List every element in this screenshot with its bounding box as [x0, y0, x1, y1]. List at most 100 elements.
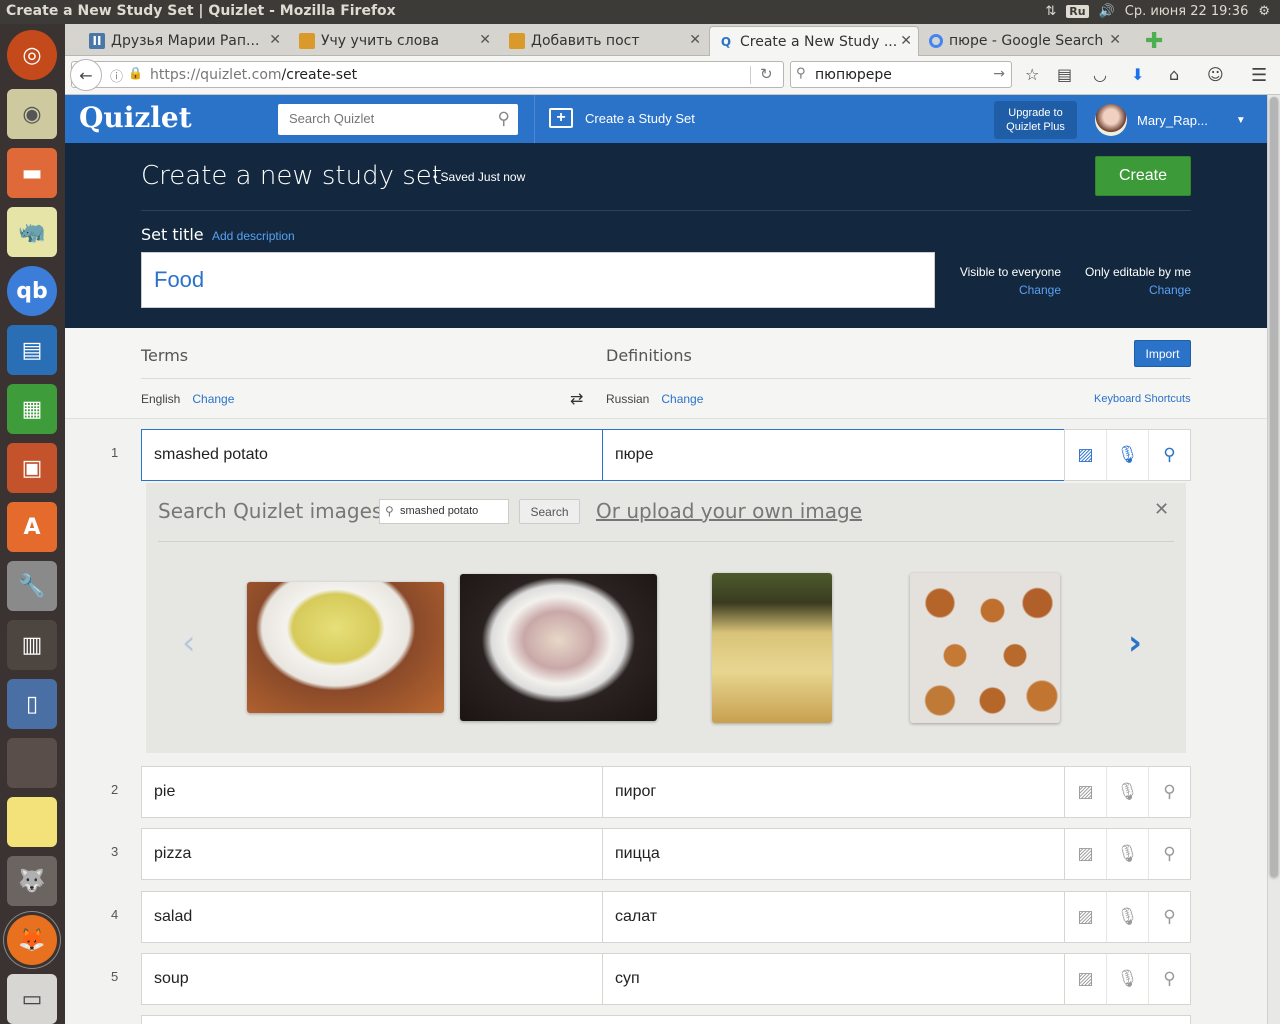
url-bar[interactable]: ← ⓘ 🔒 https://quizlet.com/create-set ↻ [70, 59, 784, 91]
upgrade-button[interactable]: Upgrade to Quizlet Plus [994, 101, 1077, 139]
keyboard-shortcuts-link[interactable]: Keyboard Shortcuts [1094, 393, 1191, 405]
pocket-icon[interactable]: ◡ [1093, 65, 1107, 84]
image-result[interactable] [460, 574, 657, 721]
search-icon[interactable]: ⚲ [1149, 829, 1190, 879]
files-icon[interactable]: ▬ [7, 148, 57, 198]
image-icon[interactable]: ▨ [1065, 892, 1107, 942]
image-icon[interactable]: ▨ [1065, 954, 1107, 1004]
term-input[interactable]: pizza [141, 828, 603, 880]
back-arrow-icon[interactable]: ← [70, 59, 102, 91]
definition-input[interactable]: суп [602, 953, 1065, 1005]
definition-input[interactable]: пицца [602, 828, 1065, 880]
search-icon[interactable]: ⚲ [1149, 767, 1190, 817]
search-icon[interactable]: ⚲ [498, 109, 510, 129]
create-study-set-link[interactable]: + Create a Study Set [549, 108, 695, 128]
definition-input[interactable]: пирог [602, 766, 1065, 818]
set-title-input[interactable]: Food [141, 252, 935, 308]
qbittorrent-icon[interactable]: qb [7, 266, 57, 316]
definition-input[interactable]: пюре [602, 429, 1065, 481]
quizlet-search[interactable]: ⚲ [278, 104, 518, 135]
definition-language-change-link[interactable]: Change [661, 392, 703, 406]
microphone-icon[interactable]: 🎙 [1107, 767, 1149, 817]
editable-change-link[interactable]: Change [1075, 281, 1191, 299]
search-icon[interactable]: ⚲ [1149, 430, 1190, 480]
writer-icon[interactable]: ▤ [7, 325, 57, 375]
rhino-app-icon[interactable]: 🦏 [7, 207, 57, 257]
workspace-icon[interactable] [7, 738, 57, 788]
image-search-input[interactable]: ⚲ smashed potato [379, 499, 509, 524]
scrollbar-thumb[interactable] [1270, 97, 1278, 877]
close-tab-icon[interactable]: ✕ [1109, 32, 1121, 48]
image-result[interactable] [712, 573, 832, 723]
chevron-right-icon[interactable]: › [1128, 623, 1142, 663]
term-language-change-link[interactable]: Change [192, 392, 234, 406]
browser-tab[interactable]: Добавить пост ✕ [501, 26, 707, 56]
bookmark-star-icon[interactable]: ☆ [1025, 65, 1039, 84]
software-center-icon[interactable]: A [7, 502, 57, 552]
user-menu[interactable]: Mary_Rap... ▼ [1095, 104, 1246, 136]
term-input[interactable]: salad [141, 891, 603, 943]
add-description-link[interactable]: Add description [212, 229, 295, 243]
home-icon[interactable]: ⌂ [1169, 65, 1179, 84]
term-input[interactable]: smashed potato [141, 429, 603, 481]
swap-languages-icon[interactable]: ⇄ [570, 389, 583, 408]
microphone-icon[interactable]: 🎙 [1107, 829, 1149, 879]
image-icon[interactable]: ▨ [1065, 767, 1107, 817]
sticky-notes-icon[interactable] [7, 797, 57, 847]
reload-icon[interactable]: ↻ [760, 65, 773, 83]
new-tab-icon[interactable]: ✚ [1137, 26, 1167, 56]
keyboard-layout-indicator[interactable]: Ru [1066, 5, 1089, 18]
term-input[interactable]: pie [141, 766, 603, 818]
network-icon[interactable]: ⇅ [1045, 4, 1056, 19]
browser-tab[interactable]: пюре - Google Search ✕ [921, 26, 1127, 56]
browser-tab-active[interactable]: Q Create a New Study ... ✕ [709, 26, 919, 56]
clock[interactable]: Ср. июня 22 19:36 [1125, 4, 1249, 19]
definition-input[interactable]: салат [602, 891, 1065, 943]
volume-icon[interactable]: 🔊 [1099, 4, 1115, 19]
reading-list-icon[interactable]: ▤ [1057, 65, 1072, 84]
import-button[interactable]: Import [1134, 340, 1191, 367]
page-scrollbar[interactable] [1267, 95, 1280, 1024]
menu-hamburger-icon[interactable]: ☰ [1251, 65, 1267, 86]
visibility-change-link[interactable]: Change [945, 281, 1061, 299]
image-icon[interactable]: ▨ [1065, 430, 1107, 480]
quizlet-logo[interactable]: Quizlet [79, 101, 192, 134]
quizlet-search-input[interactable] [278, 104, 478, 133]
image-search-button[interactable]: Search [519, 499, 580, 524]
downloads-icon[interactable]: ⬇ [1131, 65, 1144, 84]
settings-gear-icon[interactable]: ⚙ [1258, 4, 1270, 19]
info-icon[interactable]: ⓘ [110, 66, 123, 85]
term-input[interactable]: soup [141, 953, 603, 1005]
upload-image-link[interactable]: Or upload your own image [596, 499, 862, 523]
browser-tab[interactable]: II Друзья Марии Рап... ✕ [81, 26, 287, 56]
browser-search-box[interactable]: ⚲ пюпюрере → [790, 61, 1012, 88]
close-tab-icon[interactable]: ✕ [689, 32, 701, 48]
go-arrow-icon[interactable]: → [993, 66, 1005, 82]
image-result[interactable] [247, 582, 444, 713]
system-settings-icon[interactable]: 🔧 [7, 561, 57, 611]
books-icon[interactable]: ▥ [7, 620, 57, 670]
calc-icon[interactable]: ▦ [7, 384, 57, 434]
search-icon[interactable]: ⚲ [1149, 892, 1190, 942]
ubuntu-dash-icon[interactable]: ◎ [7, 30, 57, 80]
microphone-icon[interactable]: 🎙 [1107, 954, 1149, 1004]
close-tab-icon[interactable]: ✕ [479, 32, 491, 48]
speaker-app-icon[interactable]: ◉ [7, 89, 57, 139]
image-icon[interactable]: ▨ [1065, 829, 1107, 879]
close-icon[interactable]: ✕ [1154, 499, 1169, 520]
reader-app-icon[interactable]: ▯ [7, 679, 57, 729]
chevron-left-icon[interactable]: ‹ [182, 623, 196, 663]
search-icon[interactable]: ⚲ [1149, 954, 1190, 1004]
microphone-icon[interactable]: 🎙 [1107, 892, 1149, 942]
chat-icon[interactable]: ☺ [1207, 65, 1224, 84]
create-button[interactable]: Create [1095, 156, 1191, 196]
impress-icon[interactable]: ▣ [7, 443, 57, 493]
microphone-icon[interactable]: 🎙 [1107, 430, 1149, 480]
close-tab-icon[interactable]: ✕ [269, 32, 281, 48]
close-tab-icon[interactable]: ✕ [900, 33, 912, 49]
browser-tab[interactable]: Учу учить слова ✕ [291, 26, 497, 56]
gimp-icon[interactable]: 🐺 [7, 856, 57, 906]
image-result[interactable] [910, 573, 1060, 723]
firefox-icon[interactable]: 🦊 [7, 915, 57, 965]
usb-drive-icon[interactable]: ▭ [7, 974, 57, 1024]
